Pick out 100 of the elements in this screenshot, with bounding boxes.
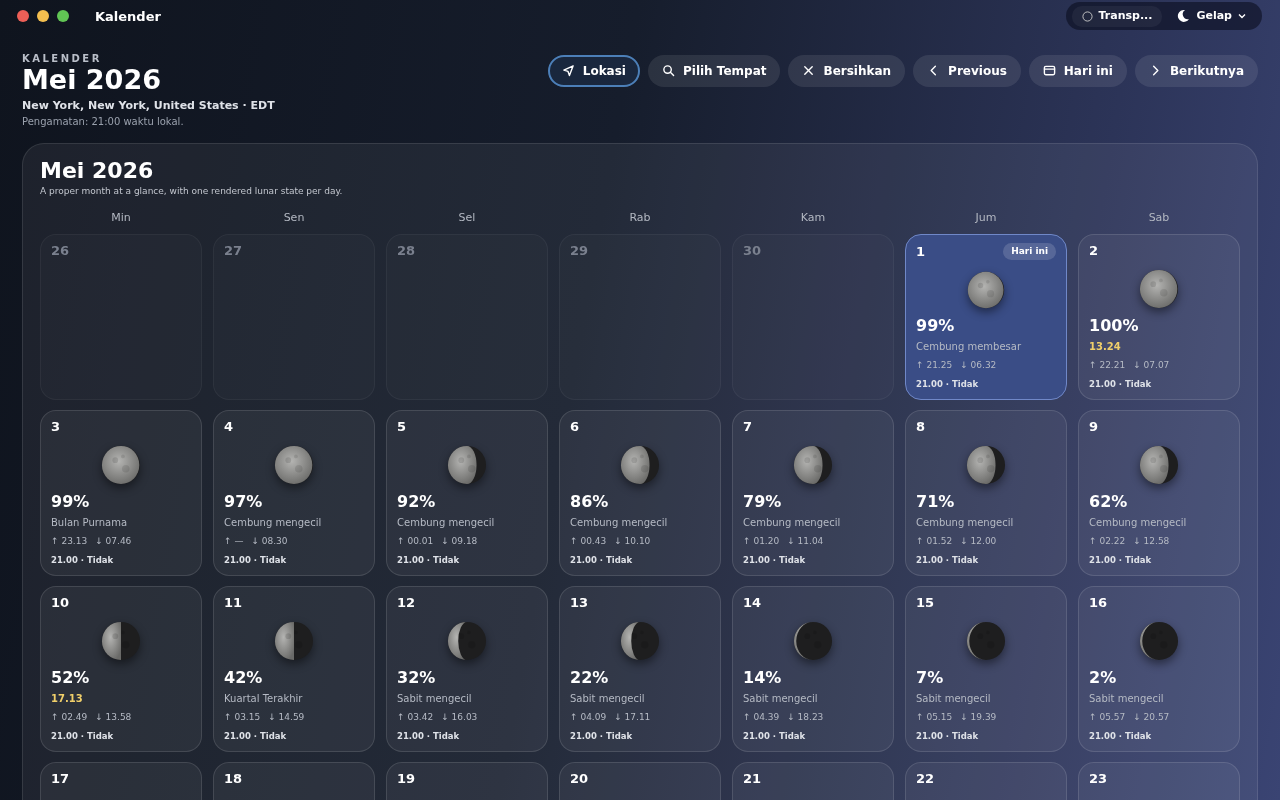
phase-name: Cembung mengecil	[570, 515, 669, 530]
day-number: 1	[916, 243, 926, 260]
today-badge: Hari ini	[1003, 242, 1056, 261]
day-card[interactable]: 26	[40, 233, 202, 400]
day-card[interactable]: 22	[905, 761, 1067, 800]
moonset-time: ↓ 14.59	[268, 710, 305, 724]
day-card[interactable]: 18	[213, 761, 375, 800]
moonrise-time: ↑ 02.49	[51, 710, 88, 724]
event-time: 13.24	[1089, 339, 1122, 354]
moonrise-time: ↑ 02.22	[1089, 534, 1126, 548]
zoom-window-button[interactable]	[57, 10, 69, 23]
window-title: Kalender	[95, 7, 161, 26]
phase-name: Cembung mengecil	[1089, 515, 1188, 530]
weekday-label: Jum	[974, 210, 998, 227]
day-number: 14	[743, 594, 762, 611]
illumination-percent: 42%	[224, 668, 264, 688]
illumination-percent: 7%	[916, 668, 945, 688]
moonrise-time: ↑ 04.09	[570, 710, 607, 724]
day-card[interactable]: 2 100% 13.24 ↑ 22.21 ↓ 07.07 21.00 · Tidak	[1078, 233, 1240, 400]
close-window-button[interactable]	[17, 10, 29, 23]
phase-name: Sabit mengecil	[570, 691, 646, 706]
day-card[interactable]: 6 86% Cembung mengecil ↑ 00.43 ↓ 10.10 21.00 · Tidak	[559, 409, 721, 576]
observation-status: 21.00 · Tidak	[1089, 378, 1153, 391]
day-card[interactable]: 16 2% Sabit mengecil ↑ 05.57 ↓ 20.57 21.00 · Tidak	[1078, 585, 1240, 752]
phase-name: Sabit mengecil	[1089, 691, 1165, 706]
day-card[interactable]: 11 42% Kuartal Terakhir ↑ 03.15 ↓ 14.59 21.00 · Tidak	[213, 585, 375, 752]
phase-name: Bulan Purnama	[51, 515, 129, 530]
observation-status: 21.00 · Tidak	[224, 730, 288, 743]
day-card[interactable]: 15 7% Sabit mengecil ↑ 05.15 ↓ 19.39 21.00 · Tidak	[905, 585, 1067, 752]
transparency-button[interactable]: Transp...	[1071, 6, 1163, 27]
search-icon	[661, 64, 675, 78]
moonset-time: ↓ 12.58	[1133, 534, 1170, 548]
day-card[interactable]: 5 92% Cembung mengecil ↑ 00.01 ↓ 09.18 21.00 · Tidak	[386, 409, 548, 576]
moonset-time: ↓ 12.00	[960, 534, 997, 548]
moonset-time: ↓ 13.58	[95, 710, 132, 724]
day-card[interactable]: 7 79% Cembung mengecil ↑ 01.20 ↓ 11.04 21.00 · Tidak	[732, 409, 894, 576]
day-card[interactable]: 13 22% Sabit mengecil ↑ 04.09 ↓ 17.11 21.00 · Tidak	[559, 585, 721, 752]
day-card[interactable]: 19	[386, 761, 548, 800]
close-icon	[802, 64, 816, 78]
toolbar-button[interactable]: Berikutnya	[1134, 54, 1258, 87]
day-number: 27	[224, 242, 243, 259]
day-number: 23	[1089, 770, 1108, 787]
illumination-percent: 62%	[1089, 492, 1129, 512]
toolbar-button[interactable]: Lokasi	[547, 54, 640, 87]
day-card[interactable]: 20	[559, 761, 721, 800]
day-card[interactable]: 3 99% Bulan Purnama ↑ 23.13 ↓ 07.46 21.00 · Tidak	[40, 409, 202, 576]
toolbar-button[interactable]: Bersihkan	[788, 54, 906, 87]
day-number: 26	[51, 242, 70, 259]
moonset-time: ↓ 20.57	[1133, 710, 1170, 724]
section-label: KALENDER	[22, 51, 103, 66]
moonrise-time: ↑ 03.42	[397, 710, 434, 724]
moonrise-time: ↑ 05.57	[1089, 710, 1126, 724]
day-card[interactable]: 27	[213, 233, 375, 400]
day-card[interactable]: 17	[40, 761, 202, 800]
event-time: 17.13	[51, 691, 84, 706]
illumination-percent: 32%	[397, 668, 437, 688]
moonset-time: ↓ 18.23	[787, 710, 824, 724]
day-number: 15	[916, 594, 935, 611]
minimize-window-button[interactable]	[37, 10, 49, 23]
day-card[interactable]: 14 14% Sabit mengecil ↑ 04.39 ↓ 18.23 21.00 · Tidak	[732, 585, 894, 752]
weekday-label: Min	[110, 210, 132, 227]
day-card[interactable]: 1 Hari ini 99% Cembung membesar ↑ 21.25 ↓ 06.32 21.00 · Tidak	[905, 233, 1067, 400]
day-number: 6	[570, 418, 580, 435]
day-card[interactable]: 28	[386, 233, 548, 400]
moonrise-time: ↑ 03.15	[224, 710, 261, 724]
moonrise-time: ↑ 00.43	[570, 534, 607, 548]
observation-status: 21.00 · Tidak	[1089, 554, 1153, 567]
day-number: 9	[1089, 418, 1099, 435]
observation-text: Pengamatan: 21:00 waktu lokal.	[22, 115, 185, 130]
day-card[interactable]: 12 32% Sabit mengecil ↑ 03.42 ↓ 16.03 21.00 · Tidak	[386, 585, 548, 752]
day-number: 7	[743, 418, 753, 435]
day-card[interactable]: 4 97% Cembung mengecil ↑ — ↓ 08.30 21.00 · Tidak	[213, 409, 375, 576]
moonset-time: ↓ 07.46	[95, 534, 132, 548]
toolbar-button[interactable]: Hari ini	[1028, 54, 1127, 87]
day-card[interactable]: 23	[1078, 761, 1240, 800]
day-number: 4	[224, 418, 234, 435]
day-card[interactable]: 10 52% 17.13 ↑ 02.49 ↓ 13.58 21.00 · Tidak	[40, 585, 202, 752]
day-card[interactable]: 9 62% Cembung mengecil ↑ 02.22 ↓ 12.58 21.00 · Tidak	[1078, 409, 1240, 576]
day-number: 20	[570, 770, 589, 787]
moonset-time: ↓ 08.30	[251, 534, 288, 548]
day-card[interactable]: 8 71% Cembung mengecil ↑ 01.52 ↓ 12.00 21.00 · Tidak	[905, 409, 1067, 576]
day-number: 22	[916, 770, 935, 787]
phase-name: Cembung mengecil	[224, 515, 323, 530]
toolbar-button[interactable]: Previous	[913, 54, 1021, 87]
weekday-label: Sen	[282, 210, 306, 227]
observation-status: 21.00 · Tidak	[397, 554, 461, 567]
circle-icon	[1081, 10, 1093, 22]
day-number: 10	[51, 594, 70, 611]
weekday-label: Sel	[457, 210, 477, 227]
day-card[interactable]: 21	[732, 761, 894, 800]
navigation-arrow-icon	[561, 64, 575, 78]
toolbar-button[interactable]: Pilih Tempat	[647, 54, 781, 87]
day-number: 17	[51, 770, 70, 787]
theme-dropdown[interactable]: Gelap	[1166, 6, 1256, 27]
observation-status: 21.00 · Tidak	[51, 554, 115, 567]
moonrise-time: ↑ —	[224, 534, 244, 548]
location-text: New York, New York, United States · EDT	[22, 97, 275, 114]
illumination-percent: 99%	[916, 316, 956, 336]
day-number: 5	[397, 418, 407, 435]
day-number: 16	[1089, 594, 1108, 611]
